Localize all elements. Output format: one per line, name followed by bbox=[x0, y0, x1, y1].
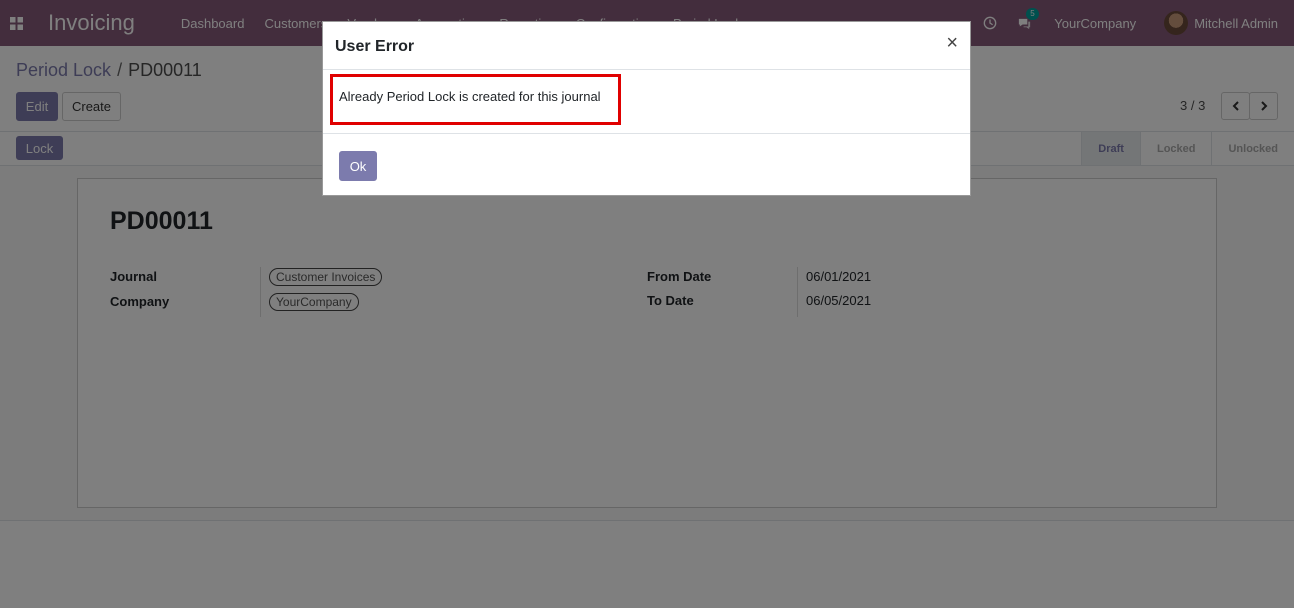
close-icon[interactable]: × bbox=[946, 33, 958, 53]
dialog-body: Already Period Lock is created for this … bbox=[323, 70, 970, 134]
user-error-dialog: User Error × Already Period Lock is crea… bbox=[322, 21, 971, 196]
error-message: Already Period Lock is created for this … bbox=[339, 89, 601, 104]
dialog-header: User Error × bbox=[323, 22, 970, 70]
ok-button[interactable]: Ok bbox=[339, 151, 377, 181]
dialog-title: User Error bbox=[335, 38, 415, 55]
